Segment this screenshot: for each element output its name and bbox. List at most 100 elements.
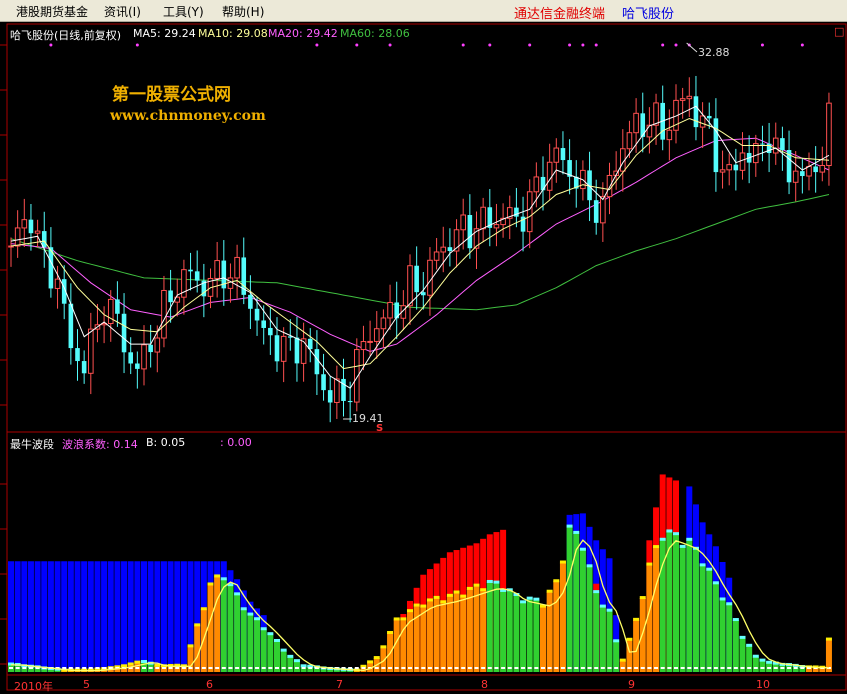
candle-up — [679, 98, 686, 101]
hist-bar-cap — [440, 600, 447, 604]
candle-up — [107, 298, 114, 324]
candle-down — [314, 349, 320, 375]
hist-bar — [234, 594, 241, 672]
hist-bar — [540, 606, 546, 672]
hist-bar-cap — [426, 598, 433, 602]
hist-base-mark — [773, 667, 778, 669]
hist-base-mark — [288, 667, 293, 669]
hist-base-mark — [720, 667, 725, 669]
hist-bar-blue — [121, 561, 128, 672]
candle-up — [553, 147, 560, 163]
candle-down — [813, 166, 818, 173]
hist-base-mark — [294, 667, 299, 669]
candle-up — [433, 251, 440, 261]
hist-base-mark — [487, 667, 492, 669]
candle-up — [739, 152, 746, 171]
menu-help[interactable]: 帮助(H) — [222, 3, 264, 20]
hist-base-mark — [467, 667, 472, 669]
hist-bar-blue — [147, 561, 154, 672]
hist-bar-blue — [167, 561, 174, 672]
indicator-name: 最牛波段 — [10, 438, 54, 451]
hist-bar-cap — [593, 590, 600, 594]
hist-base-mark — [507, 667, 512, 669]
hist-bar-cap — [726, 602, 733, 606]
hist-base-mark — [221, 667, 226, 669]
signal-dot — [355, 43, 359, 47]
hist-base-mark — [481, 667, 486, 669]
hist-bar-cap — [134, 660, 141, 664]
legend-ma60: MA60: 28.06 — [340, 27, 410, 40]
hist-base-mark — [15, 667, 20, 669]
xaxis-label-year: 2010年 — [14, 680, 53, 693]
hist-bar-cap — [586, 564, 593, 568]
candle-down — [28, 219, 34, 234]
hist-bar — [679, 546, 686, 672]
hist-bar — [553, 581, 560, 672]
hist-bar-blue — [107, 561, 114, 672]
candle-up — [334, 378, 340, 403]
signal-dot — [135, 43, 139, 47]
menu-hk-futures[interactable]: 港股期货基金 — [16, 3, 88, 20]
candle-up — [161, 289, 167, 339]
hist-base-mark — [640, 667, 645, 669]
hist-bar — [719, 599, 726, 672]
close-icon[interactable]: □ — [834, 25, 844, 38]
candle-down — [467, 214, 473, 249]
hist-base-mark — [408, 667, 412, 669]
hist-base-mark — [587, 667, 592, 669]
menu-tools[interactable]: 工具(Y) — [163, 3, 204, 20]
hist-base-mark — [607, 667, 612, 669]
candle-down — [261, 320, 266, 328]
hist-base-mark — [308, 667, 313, 669]
hist-bar-cap — [646, 562, 653, 566]
hist-base-mark — [634, 667, 639, 669]
menu-info[interactable]: 资讯(I) — [104, 3, 141, 20]
hist-base-mark — [394, 667, 399, 669]
hist-bar — [639, 598, 646, 672]
hist-base-mark — [268, 667, 273, 669]
hist-base-mark — [102, 667, 107, 669]
hist-bar — [712, 583, 719, 672]
hist-bar-cap — [420, 604, 427, 608]
indicator-extra: : 0.00 — [220, 436, 252, 449]
hist-base-mark — [434, 667, 439, 669]
candle-down — [194, 271, 200, 281]
hist-bar-cap — [293, 659, 300, 663]
candle-down — [327, 390, 333, 403]
hist-bar-cap — [752, 654, 759, 658]
signal-dot — [674, 43, 678, 47]
hist-bar — [420, 606, 427, 672]
signal-dot — [661, 43, 665, 47]
hist-bar-cap — [127, 662, 134, 666]
hist-bar-cap — [121, 664, 128, 668]
indicator-coef: 波浪系数: 0.14 — [62, 438, 138, 451]
candle-down — [693, 96, 699, 128]
candle-down — [294, 337, 300, 364]
hist-base-mark — [740, 667, 745, 669]
hist-base-mark — [474, 667, 479, 669]
hist-bar-cap — [559, 560, 566, 564]
hist-bar-cap — [367, 660, 374, 664]
hist-bar — [460, 596, 467, 672]
hist-bar — [699, 565, 706, 672]
ma5-polyline — [10, 105, 830, 389]
hist-bar-cap — [200, 607, 207, 611]
candle-up — [606, 174, 613, 198]
hist-bar-cap — [573, 530, 580, 534]
hist-bar — [220, 579, 227, 672]
hist-base-mark — [594, 667, 599, 669]
hist-bar-cap — [247, 612, 254, 616]
hist-bar-cap — [486, 579, 493, 583]
hist-bar-blue — [61, 561, 68, 672]
hist-base-mark — [521, 667, 526, 669]
hist-base-mark — [707, 667, 712, 669]
hist-base-mark — [68, 667, 73, 669]
hist-base-mark — [574, 667, 579, 669]
candle-up — [141, 344, 147, 370]
candle-down — [121, 313, 127, 353]
hist-base-mark — [235, 667, 240, 669]
xaxis-label-jun: 6 — [206, 678, 213, 691]
hist-bar-cap — [393, 617, 400, 621]
hist-bar — [706, 569, 713, 672]
hist-base-mark — [461, 667, 466, 669]
